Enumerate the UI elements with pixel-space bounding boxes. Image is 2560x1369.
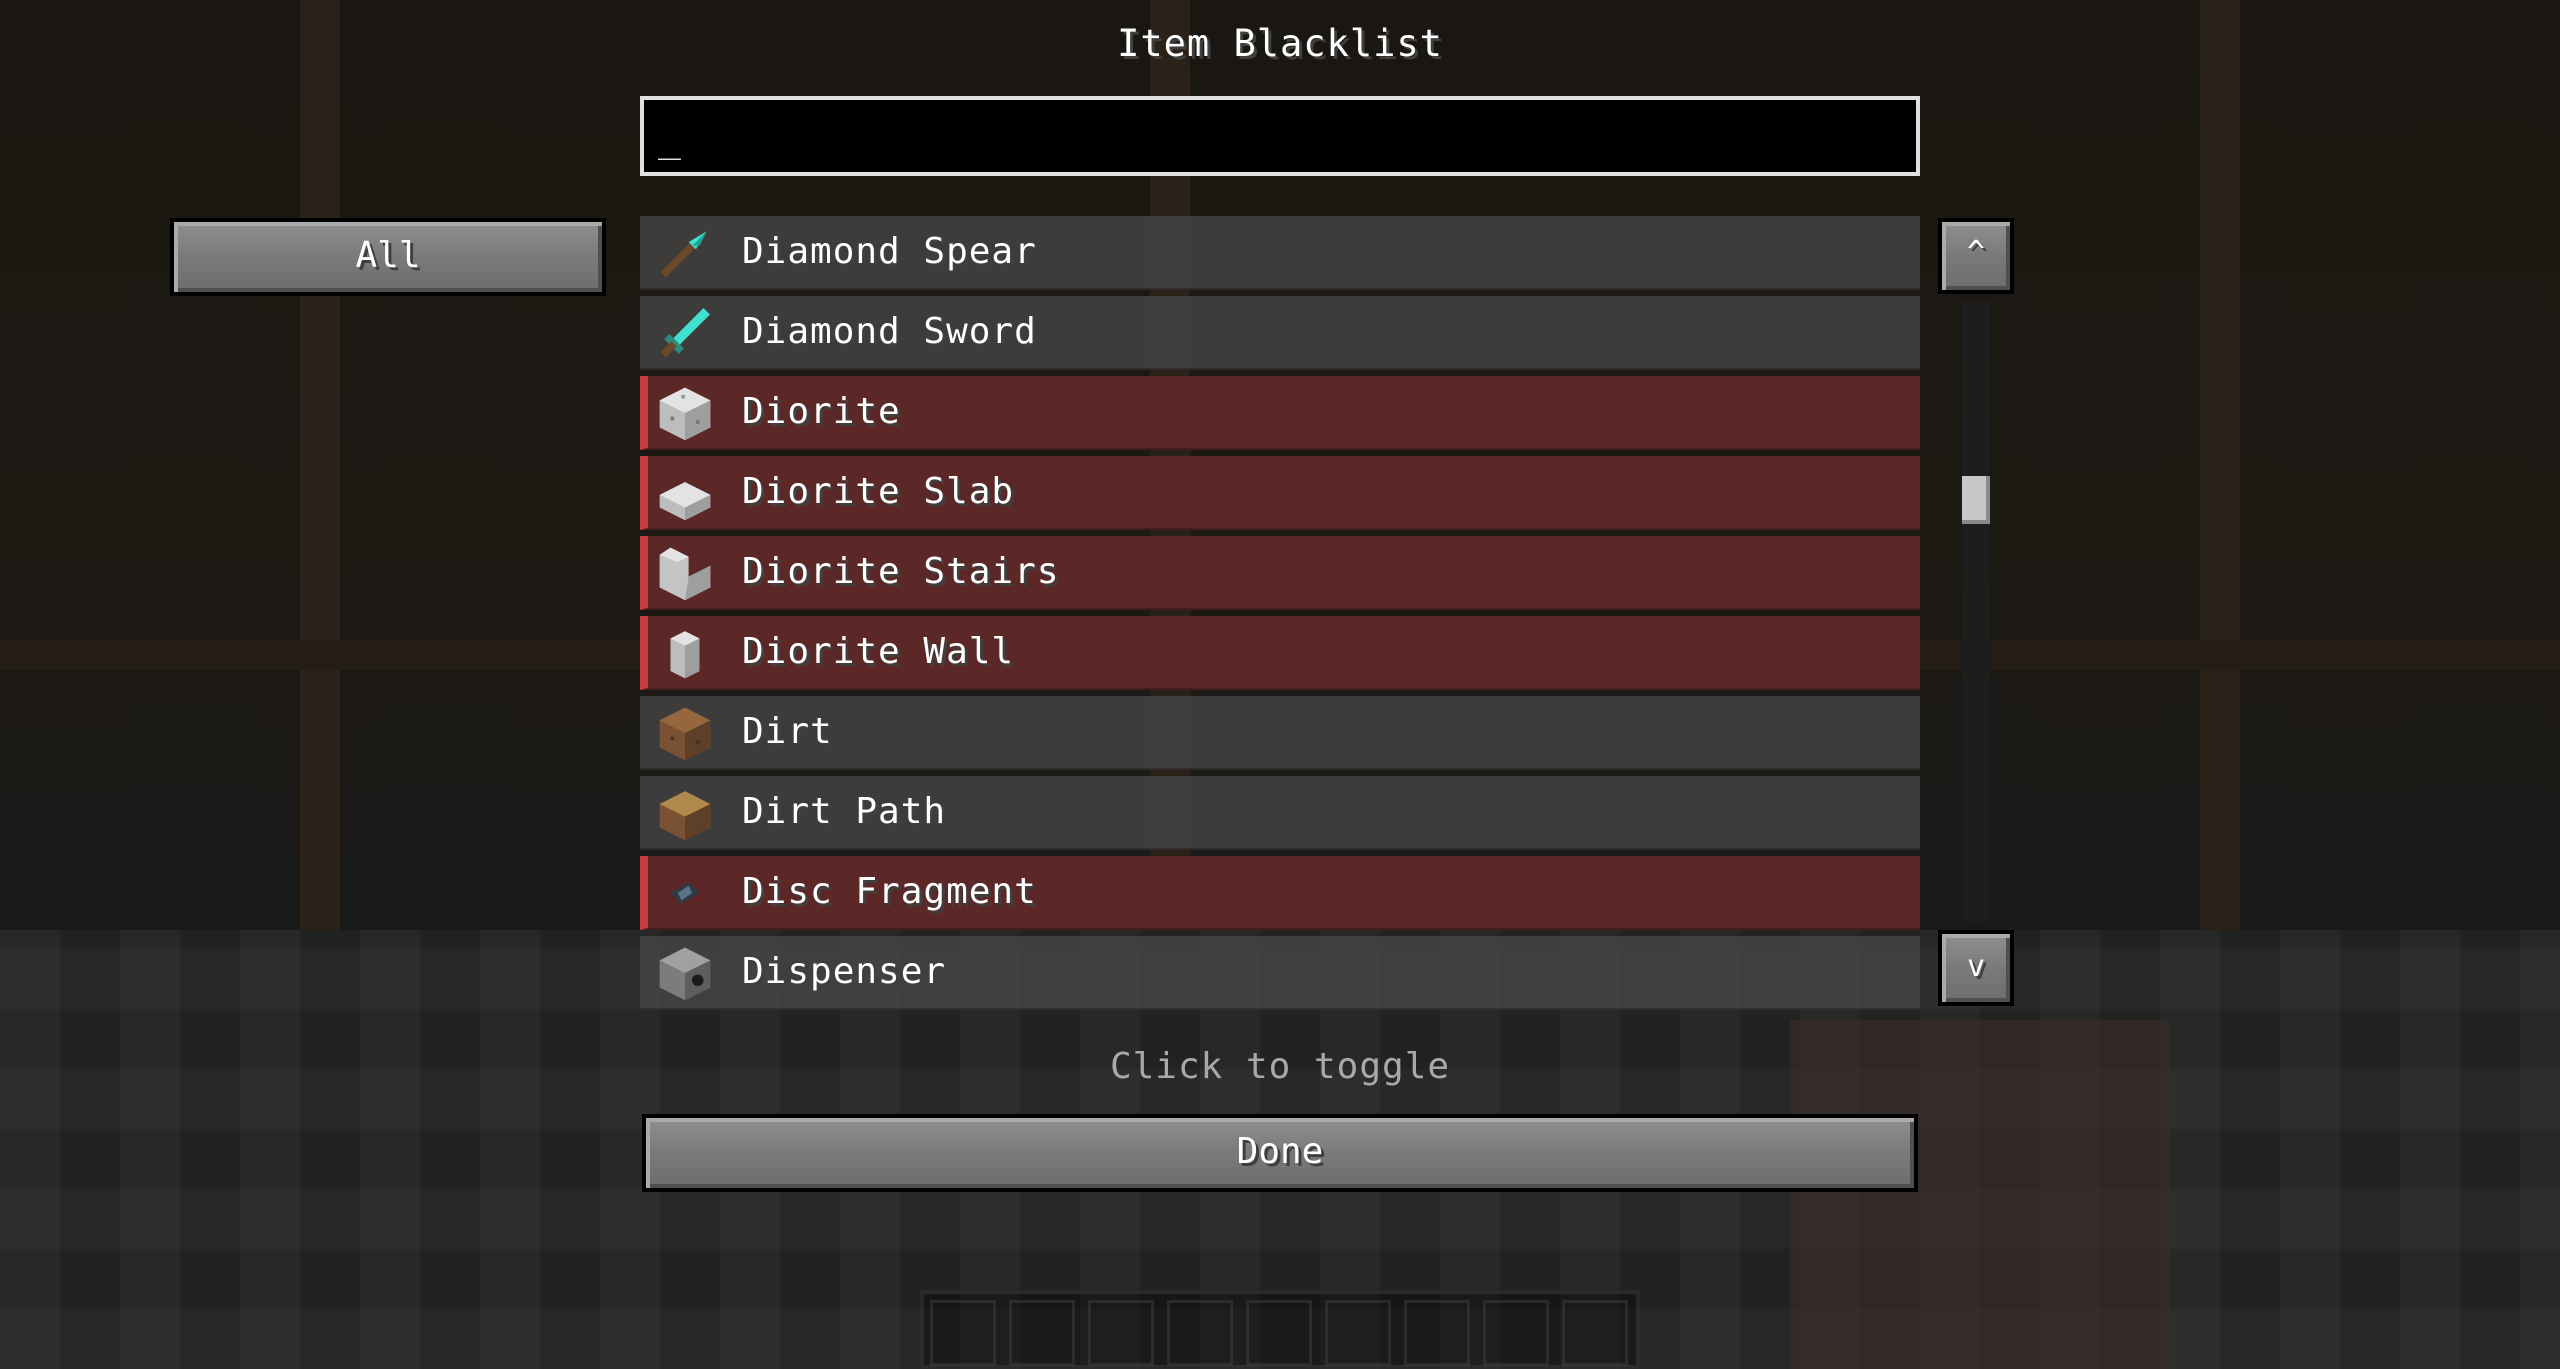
item-row[interactable]: Dirt Path: [640, 776, 1920, 850]
toggle-hint: Click to toggle: [1109, 1046, 1451, 1087]
diorite-stairs-icon: [656, 544, 714, 602]
scroll-down-button[interactable]: v: [1938, 930, 2014, 1006]
dirt-path-icon: [656, 784, 714, 842]
disc-fragment-icon: [656, 864, 714, 922]
item-label: Diorite Wall: [742, 631, 1015, 672]
screen-title: Item Blacklist: [1117, 22, 1443, 65]
item-label: Dispenser: [742, 951, 947, 992]
item-row[interactable]: Dirt: [640, 696, 1920, 770]
item-row[interactable]: Disc Fragment: [640, 856, 1920, 930]
item-row[interactable]: Diorite: [640, 376, 1920, 450]
item-row[interactable]: Diorite Stairs: [640, 536, 1920, 610]
item-row[interactable]: Diorite Wall: [640, 616, 1920, 690]
item-label: Diamond Spear: [742, 231, 1037, 272]
item-label: Dirt: [742, 711, 833, 752]
item-row[interactable]: Diorite Slab: [640, 456, 1920, 530]
item-row[interactable]: Diamond Sword: [640, 296, 1920, 370]
diamond-sword-icon: [656, 304, 714, 362]
hotbar: [920, 1290, 1640, 1369]
diorite-slab-icon: [656, 464, 714, 522]
done-button[interactable]: Done: [642, 1114, 1918, 1192]
item-label: Dirt Path: [742, 791, 947, 832]
item-label: Diorite Slab: [742, 471, 1015, 512]
item-label: Diorite Stairs: [742, 551, 1060, 592]
item-row[interactable]: Dispenser: [640, 936, 1920, 1010]
item-list: Diamond Spear Diamond Sword Diorite Diorite…: [640, 216, 1920, 1010]
scrollbar-track[interactable]: [1962, 302, 1990, 922]
diorite-icon: [656, 384, 714, 442]
diamond-spear-icon: [656, 224, 714, 282]
scroll-up-button[interactable]: ^: [1938, 218, 2014, 294]
search-input[interactable]: _: [640, 96, 1920, 176]
item-label: Diorite: [742, 391, 901, 432]
diorite-wall-icon: [656, 624, 714, 682]
filter-all-button[interactable]: All: [170, 218, 606, 296]
item-label: Diamond Sword: [742, 311, 1037, 352]
item-row[interactable]: Diamond Spear: [640, 216, 1920, 290]
dispenser-icon: [656, 944, 714, 1002]
dirt-icon: [656, 704, 714, 762]
item-label: Disc Fragment: [742, 871, 1037, 912]
scrollbar-thumb[interactable]: [1962, 476, 1990, 524]
